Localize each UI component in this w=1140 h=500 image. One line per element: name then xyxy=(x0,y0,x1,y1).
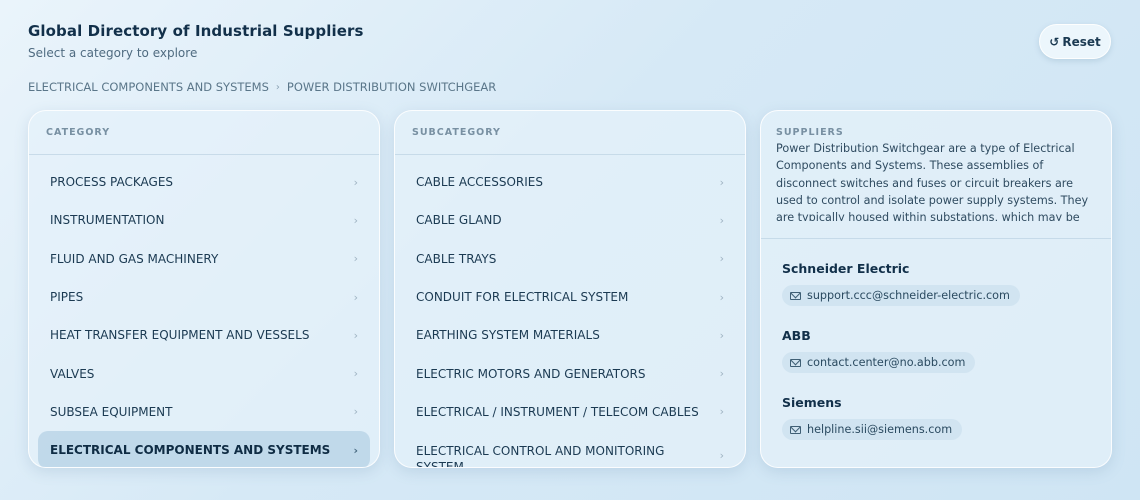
chevron-right-icon: › xyxy=(353,367,358,381)
chevron-right-icon: › xyxy=(353,405,358,419)
chevron-right-icon: › xyxy=(353,175,358,189)
category-item-pipes[interactable]: PIPES › xyxy=(38,278,370,316)
category-item-heat-transfer[interactable]: HEAT TRANSFER EQUIPMENT AND VESSELS › xyxy=(38,316,370,354)
subcategory-item-label: CABLE GLAND xyxy=(416,213,502,228)
subcategory-item-conduit[interactable]: CONDUIT FOR ELECTRICAL SYSTEM › xyxy=(404,278,736,316)
subcategory-panel: SUBCATEGORY CABLE ACCESSORIES › CABLE GLA… xyxy=(394,110,746,468)
subcategory-item-label: CABLE ACCESSORIES xyxy=(416,175,543,190)
category-item-label: SUBSEA EQUIPMENT xyxy=(50,404,173,419)
suppliers-header: SUPPLIERS Power Distribution Switchgear … xyxy=(761,111,1111,239)
category-item-label: VALVES xyxy=(50,366,95,381)
supplier-name: ABB xyxy=(782,328,811,343)
subcategory-item-motors-generators[interactable]: ELECTRIC MOTORS AND GENERATORS › xyxy=(404,354,736,392)
chevron-right-icon: › xyxy=(719,252,724,266)
mail-icon xyxy=(790,358,801,367)
page-subtitle: Select a category to explore xyxy=(28,46,198,60)
subcategory-item-cable-trays[interactable]: CABLE TRAYS › xyxy=(404,240,736,278)
subcategory-item-control-monitoring[interactable]: ELECTRICAL CONTROL AND MONITORING SYSTEM… xyxy=(404,431,736,468)
category-item-process-packages[interactable]: PROCESS PACKAGES › xyxy=(38,163,370,201)
page-title: Global Directory of Industrial Suppliers xyxy=(28,22,364,40)
breadcrumb-separator: › xyxy=(275,81,280,93)
chevron-right-icon: › xyxy=(719,175,724,189)
chevron-right-icon: › xyxy=(719,405,724,419)
supplier-email: helpline.sii@siemens.com xyxy=(807,423,953,436)
supplier-name: Siemens xyxy=(782,395,842,410)
reset-button[interactable]: ↺ Reset xyxy=(1039,24,1111,59)
suppliers-heading: SUPPLIERS xyxy=(776,127,844,138)
category-item-instrumentation[interactable]: INSTRUMENTATION › xyxy=(38,201,370,239)
subcategory-item-label: CONDUIT FOR ELECTRICAL SYSTEM xyxy=(416,290,629,305)
chevron-right-icon: › xyxy=(353,443,358,457)
supplier-card: ABB contact.center@no.abb.com xyxy=(761,328,1111,373)
supplier-name: Schneider Electric xyxy=(782,261,910,276)
category-item-label: INSTRUMENTATION xyxy=(50,213,165,228)
chevron-right-icon: › xyxy=(719,449,724,463)
category-item-label: FLUID AND GAS MACHINERY xyxy=(50,251,219,266)
category-list: PROCESS PACKAGES › INSTRUMENTATION › FLUID… xyxy=(29,155,379,467)
chevron-right-icon: › xyxy=(353,213,358,227)
supplier-card: Siemens helpline.sii@siemens.com xyxy=(761,395,1111,440)
suppliers-panel: SUPPLIERS Power Distribution Switchgear … xyxy=(760,110,1112,468)
supplier-email: contact.center@no.abb.com xyxy=(807,356,966,369)
chevron-right-icon: › xyxy=(353,328,358,342)
breadcrumb: ELECTRICAL COMPONENTS AND SYSTEMS › POWE… xyxy=(28,80,496,94)
subcategory-item-label: CABLE TRAYS xyxy=(416,251,497,266)
page-header: Global Directory of Industrial Suppliers… xyxy=(28,22,364,60)
subcategory-item-cable-gland[interactable]: CABLE GLAND › xyxy=(404,201,736,239)
subcategory-item-earthing[interactable]: EARTHING SYSTEM MATERIALS › xyxy=(404,316,736,354)
subcategory-heading: SUBCATEGORY xyxy=(395,111,745,155)
category-item-electrical-components[interactable]: ELECTRICAL COMPONENTS AND SYSTEMS › xyxy=(38,431,370,467)
chevron-right-icon: › xyxy=(353,290,358,304)
subcategory-description: Power Distribution Switchgear are a type… xyxy=(776,142,1089,221)
supplier-email-link[interactable]: contact.center@no.abb.com xyxy=(782,352,976,373)
mail-icon xyxy=(790,291,801,300)
supplier-email: support.ccc@schneider-electric.com xyxy=(807,289,1010,302)
category-item-label: PIPES xyxy=(50,290,84,305)
reset-label: Reset xyxy=(1062,34,1101,49)
category-item-label: PROCESS PACKAGES xyxy=(50,175,174,190)
subcategory-item-cables[interactable]: ELECTRICAL / INSTRUMENT / TELECOM CABLES… xyxy=(404,393,736,431)
breadcrumb-item-category[interactable]: ELECTRICAL COMPONENTS AND SYSTEMS xyxy=(28,80,269,94)
reset-icon: ↺ xyxy=(1049,34,1060,49)
chevron-right-icon: › xyxy=(353,252,358,266)
category-item-fluid-gas-machinery[interactable]: FLUID AND GAS MACHINERY › xyxy=(38,240,370,278)
subcategory-item-label: ELECTRIC MOTORS AND GENERATORS xyxy=(416,366,646,381)
subcategory-list: CABLE ACCESSORIES › CABLE GLAND › CABLE TR… xyxy=(395,155,745,468)
chevron-right-icon: › xyxy=(719,367,724,381)
chevron-right-icon: › xyxy=(719,328,724,342)
chevron-right-icon: › xyxy=(719,290,724,304)
mail-icon xyxy=(790,425,801,434)
category-item-valves[interactable]: VALVES › xyxy=(38,354,370,392)
subcategory-item-cable-accessories[interactable]: CABLE ACCESSORIES › xyxy=(404,163,736,201)
subcategory-item-label: ELECTRICAL / INSTRUMENT / TELECOM CABLES xyxy=(416,404,699,419)
breadcrumb-item-subcategory[interactable]: POWER DISTRIBUTION SWITCHGEAR xyxy=(287,80,496,94)
supplier-email-link[interactable]: helpline.sii@siemens.com xyxy=(782,419,963,440)
category-item-subsea-equipment[interactable]: SUBSEA EQUIPMENT › xyxy=(38,393,370,431)
supplier-email-link[interactable]: support.ccc@schneider-electric.com xyxy=(782,285,1020,306)
subcategory-item-label: EARTHING SYSTEM MATERIALS xyxy=(416,328,600,343)
chevron-right-icon: › xyxy=(719,213,724,227)
supplier-card: Schneider Electric support.ccc@schneider… xyxy=(761,261,1111,306)
subcategory-item-label: ELECTRICAL CONTROL AND MONITORING SYSTEM xyxy=(416,444,665,468)
category-item-label: HEAT TRANSFER EQUIPMENT AND VESSELS xyxy=(50,328,310,343)
category-heading: CATEGORY xyxy=(29,111,379,155)
category-item-label: ELECTRICAL COMPONENTS AND SYSTEMS xyxy=(50,443,331,458)
category-panel: CATEGORY PROCESS PACKAGES › INSTRUMENTATI… xyxy=(28,110,380,468)
